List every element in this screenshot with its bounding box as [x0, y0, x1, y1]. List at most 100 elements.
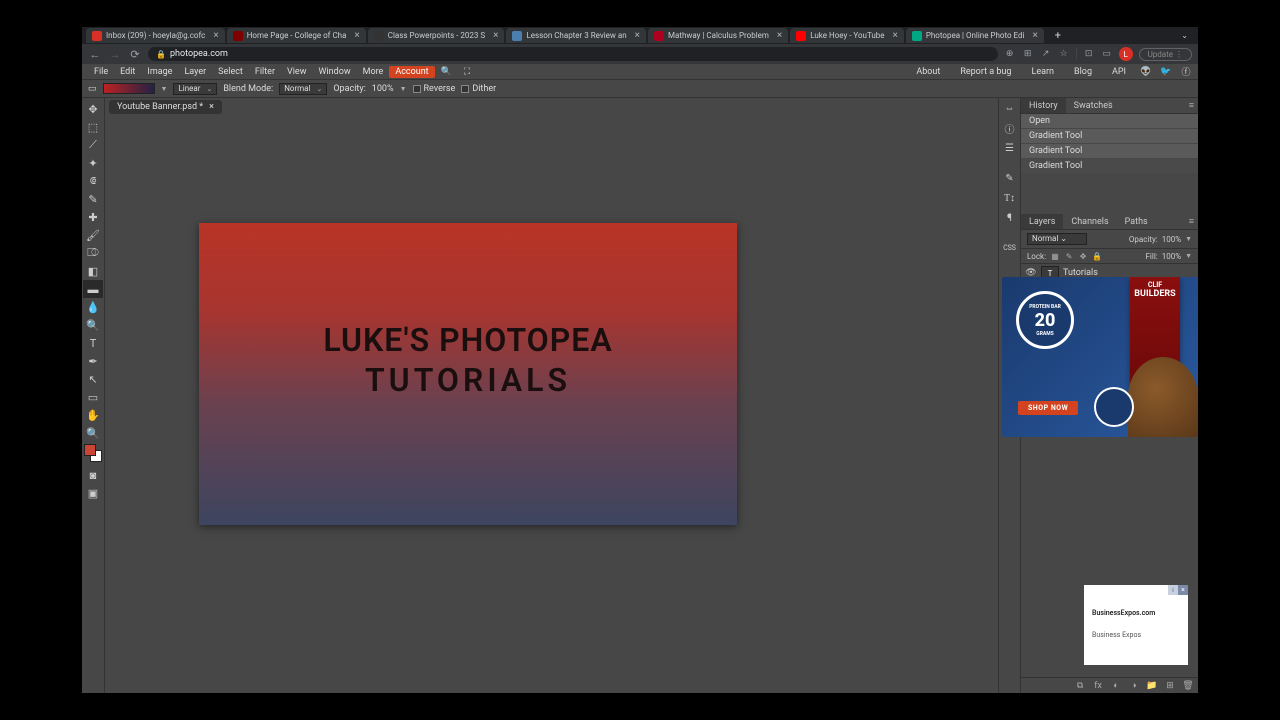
rect-tool[interactable]: ▭ [83, 388, 103, 406]
panel-collapse-icon[interactable]: ⇔ [1106, 98, 1113, 106]
ad-info-icon[interactable]: i [1168, 585, 1178, 595]
reverse-checkbox[interactable]: Reverse [413, 84, 456, 94]
search-icon[interactable]: 🔍 [435, 67, 458, 77]
lasso-tool[interactable]: ⟋ [83, 136, 103, 154]
lock-all-icon[interactable]: 🔒 [1092, 251, 1102, 261]
layer-opacity-value[interactable]: 100% [1162, 235, 1181, 244]
blend-mode-select[interactable]: Normal⌄ [279, 83, 327, 95]
opacity-slider-icon[interactable]: ▼ [1185, 235, 1192, 243]
lock-transparency-icon[interactable]: ▦ [1050, 251, 1060, 261]
back-button[interactable]: ← [88, 47, 102, 61]
browser-tab[interactable]: Inbox (209) - hoeyla@g.cofc× [86, 28, 225, 43]
facebook-icon[interactable]: ⓕ [1180, 66, 1192, 78]
list-icon[interactable]: ☰ [1002, 140, 1018, 156]
ad-box[interactable]: i × BusinessExpos.com Business Expos [1084, 585, 1188, 665]
type-panel-icon[interactable]: T↕ [1002, 190, 1018, 206]
move-tool[interactable]: ✥ [83, 100, 103, 118]
share-icon[interactable]: ↗ [1040, 48, 1052, 60]
browser-tab-active[interactable]: Photopea | Online Photo Edi× [906, 28, 1044, 43]
browser-tab[interactable]: Luke Hoey - YouTube× [790, 28, 904, 43]
browser-tab[interactable]: Mathway | Calculus Problem× [648, 28, 788, 43]
browser-tab[interactable]: Lesson Chapter 3 Review an× [506, 28, 646, 43]
menu-file[interactable]: File [88, 67, 114, 77]
history-item[interactable]: Gradient Tool [1021, 159, 1198, 174]
link-report[interactable]: Report a bug [954, 67, 1017, 77]
translate-icon[interactable]: ⊕ [1004, 48, 1016, 60]
tab-list-dropdown[interactable]: ⌄ [1175, 31, 1194, 40]
sidepanel-icon[interactable]: ▭ [1101, 48, 1113, 60]
gradient-preview[interactable] [103, 83, 155, 94]
trash-icon[interactable]: 🗑 [1182, 680, 1194, 692]
browser-tab[interactable]: Home Page - College of Cha× [227, 28, 366, 43]
hand-tool[interactable]: ✋ [83, 406, 103, 424]
menu-image[interactable]: Image [141, 67, 178, 77]
twitter-icon[interactable]: 🐦 [1160, 66, 1172, 78]
eyedropper-tool[interactable]: ✎ [83, 190, 103, 208]
fill-slider-icon[interactable]: ▼ [1185, 252, 1192, 260]
close-icon[interactable]: × [889, 30, 898, 41]
heal-tool[interactable]: ✚ [83, 208, 103, 226]
gradient-tool[interactable]: ▬ [83, 280, 103, 298]
link-learn[interactable]: Learn [1025, 67, 1060, 77]
history-item[interactable]: Gradient Tool [1021, 144, 1198, 159]
tab-layers[interactable]: Layers [1021, 214, 1063, 229]
ad-close-icon[interactable]: × [1178, 585, 1188, 595]
install-icon[interactable]: ⊞ [1022, 48, 1034, 60]
close-icon[interactable]: × [350, 30, 359, 41]
wand-tool[interactable]: ✦ [83, 154, 103, 172]
gradient-type-select[interactable]: Linear⌄ [173, 83, 217, 95]
history-item[interactable]: Open [1021, 114, 1198, 129]
close-icon[interactable]: × [489, 30, 498, 41]
document-tab[interactable]: Youtube Banner.psd * × [109, 100, 222, 114]
color-swatches[interactable] [84, 444, 102, 462]
update-button[interactable]: Update ⋮ [1139, 48, 1192, 61]
canvas-viewport[interactable]: LUKE'S PHOTOPEA TUTORIALS [105, 116, 998, 693]
quickmask-tool[interactable]: ◙ [83, 466, 103, 484]
close-icon[interactable]: × [209, 30, 218, 41]
type-tool[interactable]: T [83, 334, 103, 352]
path-tool[interactable]: ↖ [83, 370, 103, 388]
panel-menu-icon[interactable]: ≡ [1185, 216, 1198, 227]
panel-menu-icon[interactable]: ≡ [1185, 100, 1198, 111]
link-blog[interactable]: Blog [1068, 67, 1098, 77]
tab-paths[interactable]: Paths [1117, 214, 1156, 229]
menu-more[interactable]: More [357, 67, 390, 77]
reload-button[interactable]: ⟳ [128, 47, 142, 61]
reddit-icon[interactable]: 👽 [1140, 66, 1152, 78]
adjustment-icon[interactable]: ◑ [1128, 680, 1140, 692]
mask-icon[interactable]: ◐ [1110, 680, 1122, 692]
screenmode-tool[interactable]: ▣ [83, 484, 103, 502]
layer-blend-select[interactable]: Normal ⌄ [1027, 233, 1087, 245]
link-api[interactable]: API [1106, 67, 1132, 77]
dither-checkbox[interactable]: Dither [461, 84, 496, 94]
gradient-dropdown[interactable]: ▼ [161, 85, 168, 93]
close-icon[interactable]: × [631, 30, 640, 41]
menu-filter[interactable]: Filter [249, 67, 281, 77]
new-tab-button[interactable]: + [1050, 29, 1066, 43]
marquee-tool[interactable]: ⬚ [83, 118, 103, 136]
menu-edit[interactable]: Edit [114, 67, 141, 77]
new-layer-icon[interactable]: ⊞ [1164, 680, 1176, 692]
stamp-tool[interactable]: ⎄ [83, 244, 103, 262]
brush-tool[interactable]: 🖌 [83, 226, 103, 244]
folder-icon[interactable]: 📁 [1146, 680, 1158, 692]
link-layers-icon[interactable]: ⧉ [1074, 680, 1086, 692]
canvas[interactable]: LUKE'S PHOTOPEA TUTORIALS [199, 223, 737, 525]
css-panel-icon[interactable]: CSS [1002, 240, 1018, 256]
collapse-icon[interactable]: ⇔ [1002, 100, 1018, 116]
close-icon[interactable]: × [773, 30, 782, 41]
close-icon[interactable]: × [1028, 30, 1037, 41]
menu-account[interactable]: Account [389, 66, 434, 78]
info-icon[interactable]: ⓘ [1002, 120, 1018, 136]
ad-cta-button[interactable]: SHOP NOW [1018, 401, 1078, 415]
ad-banner[interactable]: PROTEIN BAR 20 GRAMS CLIFBUILDERS SHOP N… [1002, 277, 1198, 437]
tab-channels[interactable]: Channels [1063, 214, 1116, 229]
close-icon[interactable]: × [209, 102, 214, 112]
history-item[interactable]: Gradient Tool [1021, 129, 1198, 144]
blur-tool[interactable]: 💧 [83, 298, 103, 316]
dodge-tool[interactable]: 🔍 [83, 316, 103, 334]
fill-value[interactable]: 100% [1162, 252, 1181, 261]
crop-tool[interactable]: ⟃ [83, 172, 103, 190]
fx-icon[interactable]: fx [1092, 680, 1104, 692]
lock-pixels-icon[interactable]: ✎ [1064, 251, 1074, 261]
